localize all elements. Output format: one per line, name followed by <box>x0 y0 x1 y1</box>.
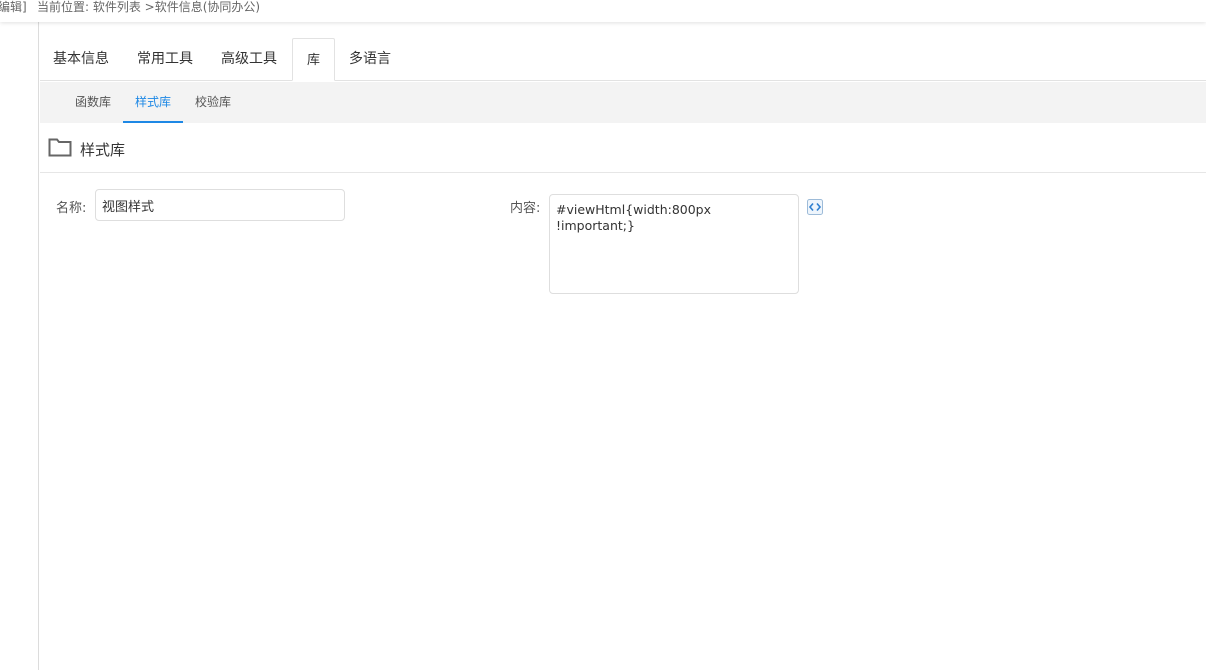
tab-advanced-tools[interactable]: 高级工具 <box>221 38 277 81</box>
breadcrumb: 当前位置: 软件列表 >软件信息(协同办公) <box>37 0 261 14</box>
folder-icon <box>48 138 72 157</box>
content-label: 内容: <box>510 201 541 216</box>
breadcrumb-bar: 编辑] 当前位置: 软件列表 >软件信息(协同办公) <box>0 0 1206 22</box>
name-label: 名称: <box>56 201 87 216</box>
section-title: 样式库 <box>80 141 126 159</box>
tab-basic-info[interactable]: 基本信息 <box>53 38 109 81</box>
section-header: 样式库 <box>40 124 1206 173</box>
subtab-validation-library[interactable]: 校验库 <box>189 82 237 123</box>
tab-library[interactable]: 库 <box>292 38 336 81</box>
subtab-style-library[interactable]: 样式库 <box>123 82 183 123</box>
subtab-function-library[interactable]: 函数库 <box>69 82 117 123</box>
edit-link[interactable]: 编辑] <box>0 0 27 14</box>
tab-common-tools[interactable]: 常用工具 <box>137 38 193 81</box>
left-rail <box>0 22 39 670</box>
code-edit-icon[interactable] <box>807 199 823 215</box>
library-subtabs: 函数库 样式库 校验库 <box>40 82 1206 123</box>
tab-multilanguage[interactable]: 多语言 <box>349 38 391 81</box>
main-tabs: 基本信息 常用工具 高级工具 库 多语言 <box>40 38 1206 81</box>
name-input[interactable] <box>95 189 345 221</box>
content-textarea[interactable]: #viewHtml{width:800px !important;} <box>549 194 799 294</box>
